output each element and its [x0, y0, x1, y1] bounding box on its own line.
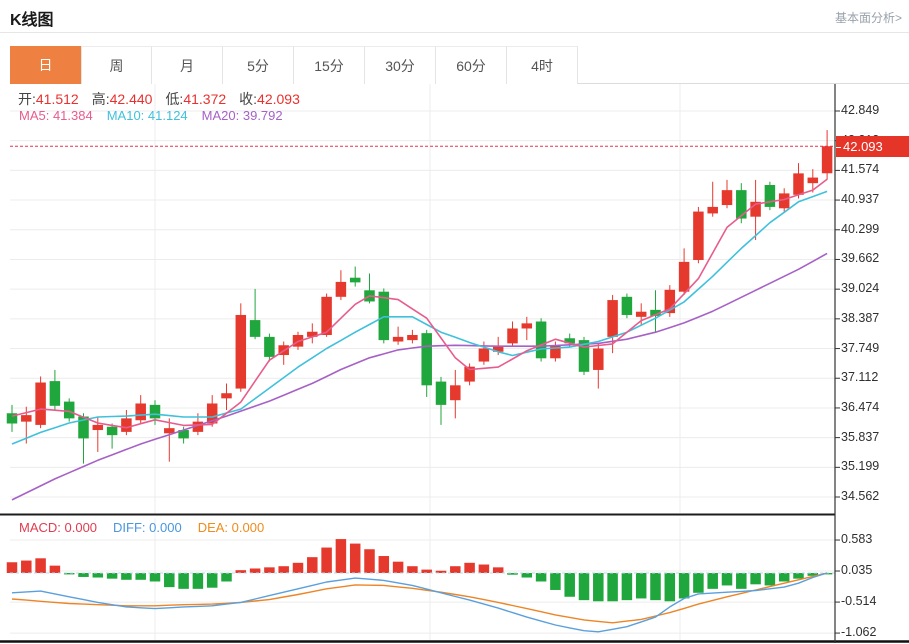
macd-legend-item: MACD: 0.000 — [19, 520, 97, 535]
tab-5min[interactable]: 5分 — [223, 46, 294, 84]
ohlc-value: 42.093 — [257, 91, 300, 107]
ohlc-value: 41.372 — [183, 91, 226, 107]
tab-week[interactable]: 周 — [81, 46, 152, 84]
macd-tick-label: 0.035 — [841, 563, 872, 577]
ohlc-value: 42.440 — [110, 91, 153, 107]
tab-4hour[interactable]: 4时 — [507, 46, 578, 84]
macd-tick-label: -0.514 — [841, 594, 876, 608]
macd-legend-item: DEA: 0.000 — [198, 520, 265, 535]
price-tick-label: 35.199 — [841, 459, 879, 473]
interval-tabbar: 日周月5分15分30分60分4时 — [10, 46, 578, 84]
price-tick-label: 39.662 — [841, 251, 879, 265]
ma-legend-item: MA20: 39.792 — [202, 108, 283, 123]
ma-legend-item: MA5: 41.384 — [19, 108, 93, 123]
price-tick-label: 41.574 — [841, 162, 879, 176]
ma-legend: MA5: 41.384 MA10: 41.124 MA20: 39.792 — [19, 108, 297, 123]
ma20-line — [12, 253, 827, 500]
candlestick-series — [7, 130, 833, 464]
tab-15min[interactable]: 15分 — [294, 46, 365, 84]
ohlc-value: 41.512 — [36, 91, 79, 107]
macd-tick-label: -1.062 — [841, 625, 876, 639]
price-tick-label: 35.837 — [841, 430, 879, 444]
last-price-badge: 42.093 — [836, 136, 909, 157]
dea-line — [12, 573, 827, 623]
ma5-line — [12, 179, 827, 428]
ohlc-label: 开: — [18, 91, 36, 107]
tab-month[interactable]: 月 — [152, 46, 223, 84]
tab-day[interactable]: 日 — [10, 46, 81, 84]
macd-legend-item: DIFF: 0.000 — [113, 520, 182, 535]
ohlc-label: 低: — [165, 91, 183, 107]
kline-page: K线图 基本面分析> 日周月5分15分30分60分4时 开:41.512高:42… — [0, 0, 909, 644]
badge-tick — [836, 147, 841, 148]
tab-60min[interactable]: 60分 — [436, 46, 507, 84]
price-tick-label: 42.849 — [841, 103, 879, 117]
macd-tick-label: 0.583 — [841, 532, 872, 546]
price-tick-label: 34.562 — [841, 489, 879, 503]
macd-legend: MACD: 0.000 DIFF: 0.000 DEA: 0.000 — [19, 520, 280, 535]
ma-legend-item: MA10: 41.124 — [107, 108, 188, 123]
ohlc-legend: 开:41.512 高:42.440 低:41.372 收:42.093 — [18, 89, 313, 109]
axis-ticks — [835, 111, 840, 633]
last-price-value: 42.093 — [843, 139, 883, 154]
price-tick-label: 39.024 — [841, 281, 879, 295]
price-tick-label: 38.387 — [841, 311, 879, 325]
price-tick-label: 40.299 — [841, 222, 879, 236]
tab-30min[interactable]: 30分 — [365, 46, 436, 84]
macd-histogram — [7, 539, 833, 601]
ohlc-label: 高: — [92, 91, 110, 107]
price-tick-label: 37.749 — [841, 341, 879, 355]
ohlc-label: 收: — [239, 91, 257, 107]
price-tick-label: 36.474 — [841, 400, 879, 414]
price-tick-label: 37.112 — [841, 370, 878, 384]
price-tick-label: 40.937 — [841, 192, 879, 206]
